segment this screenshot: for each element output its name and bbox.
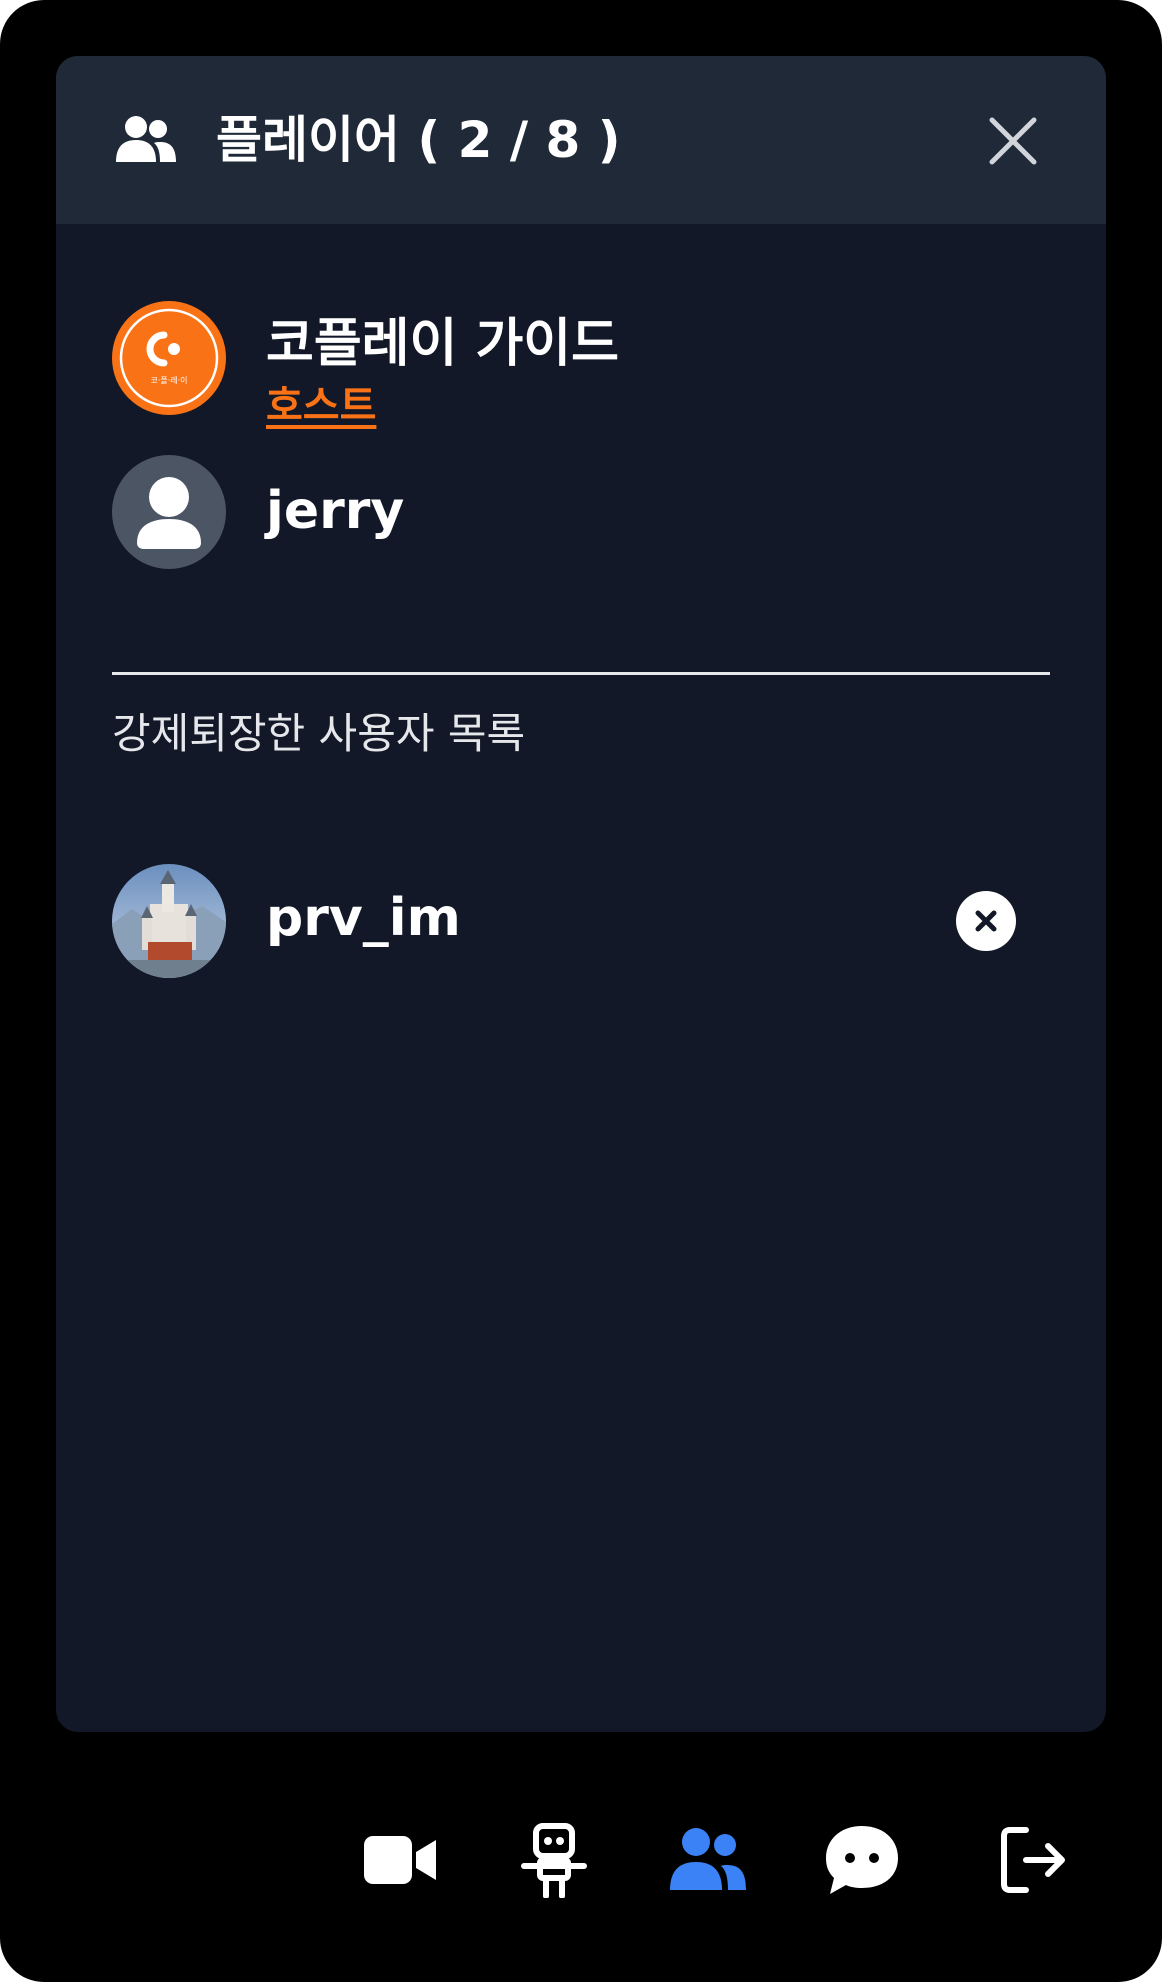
players-panel: 플레이어 ( 2 / 8 ) 코·플·레·이 코플레이 가이드 호스트 jerr… — [56, 56, 1106, 1732]
chat-bubble-icon — [826, 1826, 898, 1894]
close-button[interactable] — [986, 114, 1040, 168]
banned-section-label: 강제퇴장한 사용자 목록 — [112, 709, 526, 758]
svg-text:코·플·레·이: 코·플·레·이 — [150, 375, 187, 385]
bottom-dock — [0, 1800, 1162, 1920]
section-divider — [112, 672, 1050, 675]
panel-header: 플레이어 ( 2 / 8 ) — [56, 56, 1106, 224]
castle-avatar — [112, 864, 226, 978]
panel-title: 플레이어 ( 2 / 8 ) — [216, 111, 621, 169]
logout-icon — [1001, 1827, 1065, 1893]
video-camera-icon — [364, 1836, 436, 1884]
video-button[interactable] — [360, 1822, 440, 1898]
player-name: jerry — [266, 481, 405, 541]
users-icon — [670, 1828, 746, 1890]
castle-photo-icon — [112, 864, 226, 978]
logout-button[interactable] — [996, 1822, 1076, 1898]
remove-circle-icon — [975, 910, 997, 932]
banned-user-name: prv_im — [266, 888, 461, 948]
default-avatar — [112, 455, 226, 569]
player-row-jerry: jerry — [112, 455, 1052, 569]
banned-user-row: prv_im — [112, 864, 1052, 978]
robot-button[interactable] — [514, 1822, 594, 1899]
users-icon — [116, 114, 176, 164]
robot-icon — [521, 1823, 587, 1899]
player-name: 코플레이 가이드 — [266, 314, 619, 374]
device-frame: 플레이어 ( 2 / 8 ) 코·플·레·이 코플레이 가이드 호스트 jerr… — [0, 0, 1162, 1982]
host-avatar: 코·플·레·이 — [112, 301, 226, 415]
players-button[interactable] — [668, 1822, 748, 1898]
host-badge: 호스트 — [266, 383, 377, 429]
chat-button[interactable] — [822, 1822, 902, 1898]
remove-ban-button[interactable] — [956, 891, 1016, 951]
default-user-icon — [137, 477, 201, 549]
coplay-logo-icon: 코·플·레·이 — [119, 308, 219, 408]
close-icon — [989, 117, 1037, 165]
player-row-host: 코·플·레·이 코플레이 가이드 호스트 — [112, 301, 1052, 429]
